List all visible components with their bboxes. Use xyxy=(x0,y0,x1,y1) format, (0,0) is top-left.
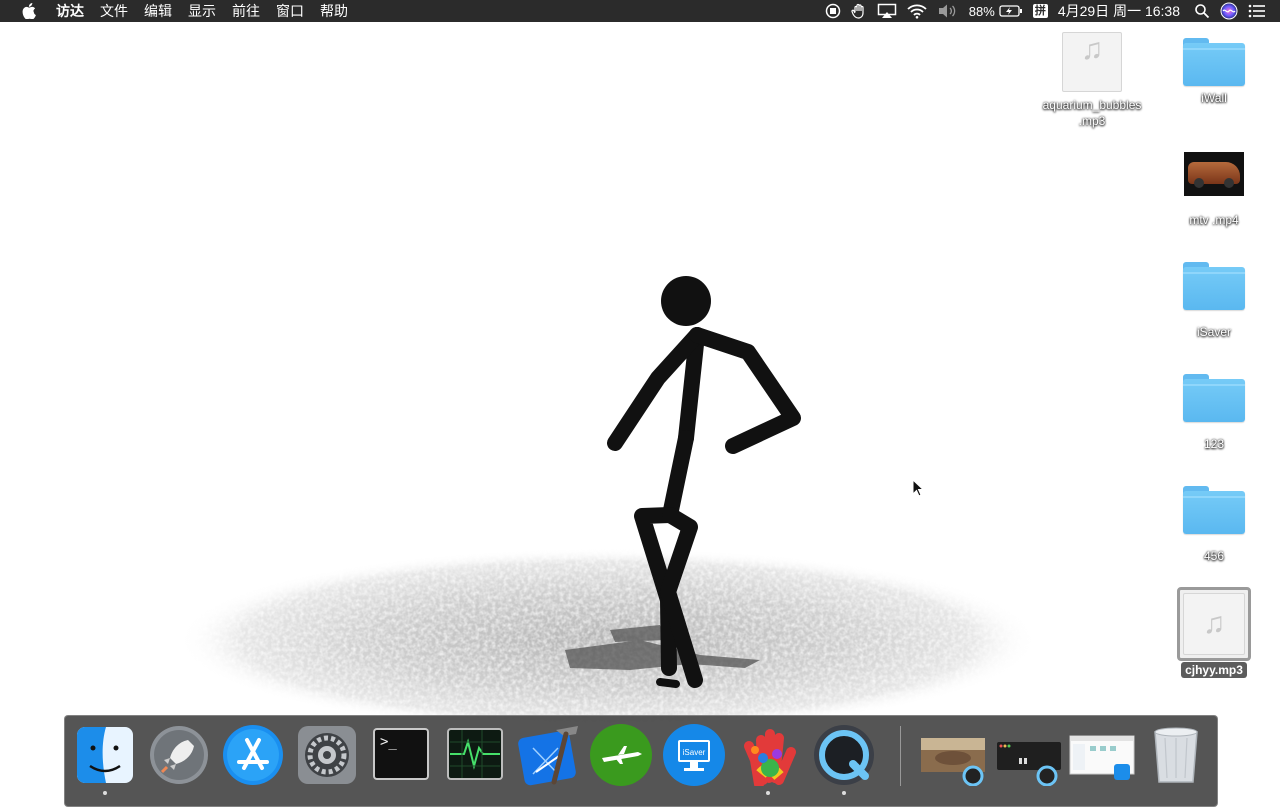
system-preferences-icon[interactable] xyxy=(296,724,358,786)
menu-view[interactable]: 显示 xyxy=(180,0,224,22)
menu-window[interactable]: 窗口 xyxy=(268,0,312,22)
desktop-icon-label: iSaver xyxy=(1196,325,1231,339)
terminal-icon[interactable]: >_ xyxy=(370,724,432,786)
battery-percent: 88% xyxy=(968,3,995,19)
finder-window[interactable] xyxy=(1068,724,1136,786)
selected-file-highlight: ♫ xyxy=(1177,587,1251,661)
datetime[interactable]: 4月29日 周一 16:38 xyxy=(1058,0,1180,22)
desktop-file-mtv[interactable]: mtv .mp4 xyxy=(1154,152,1274,229)
dock: >_ iSaver xyxy=(64,715,1218,807)
quicktime-window-1[interactable] xyxy=(919,724,987,787)
running-indicator xyxy=(842,791,846,795)
mouse-cursor-icon xyxy=(912,479,925,497)
menu-go[interactable]: 前往 xyxy=(224,0,268,22)
dock-separator xyxy=(900,726,901,786)
desktop-folder-iwall[interactable]: iWall xyxy=(1154,38,1274,107)
desktop-icon-label: 456 xyxy=(1203,549,1225,563)
desktop-folder-456[interactable]: 456 xyxy=(1154,486,1274,565)
input-method-label: 拼 xyxy=(1032,4,1048,18)
folder-icon xyxy=(1183,374,1245,422)
isaver-icon[interactable]: iSaver xyxy=(663,724,725,786)
battery-charging-icon[interactable] xyxy=(999,0,1023,22)
quicktime-window-2[interactable] xyxy=(995,724,1061,787)
label-line-1: aquarium_bubbles xyxy=(1042,98,1142,112)
flight-app-icon[interactable] xyxy=(590,724,652,786)
airplay-icon[interactable] xyxy=(877,0,897,22)
audio-file-icon: ♫ xyxy=(1183,593,1245,655)
desktop-file-aquarium-bubbles[interactable]: ♫ aquarium_bubbles .mp3 xyxy=(1032,32,1152,130)
folder-icon xyxy=(1183,262,1245,310)
video-thumbnail-icon xyxy=(1184,152,1244,196)
wifi-icon[interactable] xyxy=(907,0,927,22)
desktop-icon-label: iWall xyxy=(1201,91,1227,105)
terminal-prompt: >_ xyxy=(380,734,397,750)
menu-bar: 访达 文件 编辑 显示 前往 窗口 帮助 88% 拼 4月29日 周一 16:3… xyxy=(0,0,1280,22)
app-store-icon[interactable] xyxy=(222,724,284,786)
apple-icon[interactable] xyxy=(18,0,40,22)
trash-icon[interactable] xyxy=(1145,724,1207,786)
status-area: 88% 拼 4月29日 周一 16:38 xyxy=(825,0,1280,22)
desktop-file-cjhyy[interactable]: ♫ cjhyy.mp3 xyxy=(1154,587,1274,679)
desktop-icon-label: mtv .mp4 xyxy=(1189,213,1239,227)
label-line-2: .mp3 xyxy=(1078,114,1106,128)
siri-icon[interactable] xyxy=(1220,0,1238,22)
desktop-icon-label: 123 xyxy=(1203,437,1225,451)
desktop-icon-label: aquarium_bubbles .mp3 xyxy=(1039,96,1146,130)
desktop-icon-label: cjhyy.mp3 xyxy=(1181,662,1247,678)
desktop-wallpaper xyxy=(178,276,1038,732)
desktop-folder-isaver[interactable]: iSaver xyxy=(1154,262,1274,341)
finder-icon[interactable] xyxy=(74,724,136,795)
record-icon[interactable] xyxy=(825,0,841,22)
folder-icon xyxy=(1183,38,1245,86)
notification-center-icon[interactable] xyxy=(1248,0,1266,22)
menu-file[interactable]: 文件 xyxy=(92,0,136,22)
desktop-folder-123[interactable]: 123 xyxy=(1154,374,1274,453)
menu-edit[interactable]: 编辑 xyxy=(136,0,180,22)
folder-icon xyxy=(1183,486,1245,534)
menu-finder[interactable]: 访达 xyxy=(48,0,92,22)
activity-monitor-icon[interactable] xyxy=(444,724,506,786)
running-indicator xyxy=(766,791,770,795)
hand-paint-icon[interactable] xyxy=(737,724,799,795)
xcode-icon[interactable] xyxy=(518,724,580,786)
running-indicator xyxy=(103,791,107,795)
audio-file-icon: ♫ xyxy=(1062,32,1122,92)
launchpad-icon[interactable] xyxy=(148,724,210,786)
search-icon[interactable] xyxy=(1194,0,1210,22)
menu-help[interactable]: 帮助 xyxy=(312,0,356,22)
input-method-icon[interactable]: 拼 xyxy=(1032,0,1048,22)
isaver-label: iSaver xyxy=(683,748,706,757)
volume-icon[interactable] xyxy=(937,0,959,22)
hand-icon[interactable] xyxy=(851,0,867,22)
quicktime-icon[interactable] xyxy=(813,724,875,795)
